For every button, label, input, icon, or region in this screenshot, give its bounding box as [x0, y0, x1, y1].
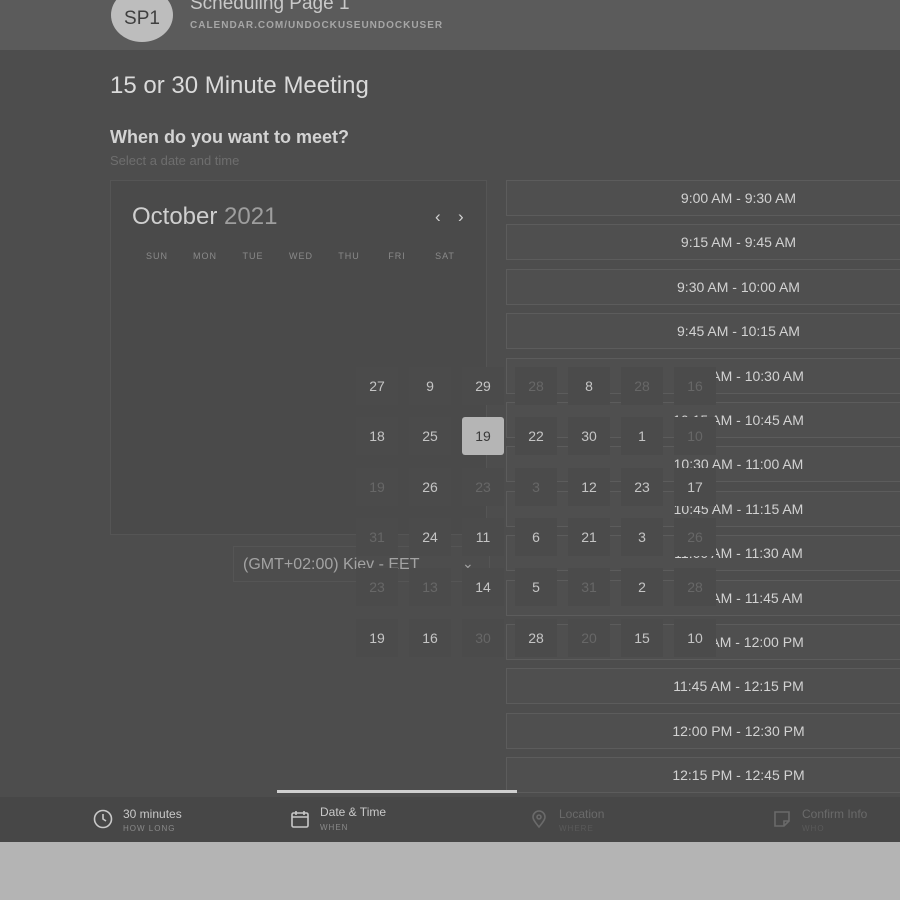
calendar-month-label: October 2021 — [132, 203, 277, 231]
step-label: Confirm Info — [802, 807, 868, 821]
step-sublabel: WHEN — [320, 823, 349, 832]
avatar: SP1 — [111, 0, 173, 42]
time-slot-button[interactable]: 9:00 AM - 9:30 AM — [506, 180, 900, 216]
calendar-day[interactable]: 13 — [409, 568, 451, 607]
calendar-day[interactable]: 22 — [515, 417, 557, 456]
calendar-day[interactable]: 25 — [409, 417, 451, 456]
scheduling-app: SP1 Scheduling Page 1 CALENDAR.COM/UNDOC… — [0, 0, 900, 842]
calendar-day[interactable]: 31 — [568, 568, 610, 607]
calendar-day[interactable]: 28 — [674, 568, 716, 607]
weekday-label: SUN — [145, 251, 168, 261]
calendar-day[interactable]: 18 — [356, 417, 398, 456]
weekday-label: FRI — [388, 251, 406, 261]
weekday-label: TUE — [242, 251, 264, 261]
calendar-day[interactable]: 21 — [568, 517, 610, 556]
calendar-day[interactable]: 28 — [515, 367, 557, 405]
calendar-day[interactable]: 27 — [356, 367, 398, 405]
time-slot-button[interactable]: 9:45 AM - 10:15 AM — [506, 313, 900, 350]
month-name: October — [132, 203, 218, 230]
scheduling-page-name: Scheduling Page 1 — [190, 0, 350, 14]
calendar-day[interactable]: 16 — [409, 618, 451, 657]
note-icon — [774, 811, 790, 827]
time-slot-button[interactable]: 12:00 PM - 12:30 PM — [506, 712, 900, 749]
calendar-day[interactable]: 1 — [621, 417, 663, 456]
page-header: SP1 Scheduling Page 1 CALENDAR.COM/UNDOC… — [0, 0, 900, 50]
calendar-day[interactable]: 23 — [621, 467, 663, 506]
section-subtitle: Select a date and time — [110, 153, 240, 168]
calendar-day[interactable]: 9 — [409, 367, 451, 405]
step-label: 30 minutes — [123, 807, 182, 821]
weekday-label: THU — [338, 251, 360, 261]
time-slot-button[interactable]: 11:45 AM - 12:15 PM — [506, 668, 900, 705]
calendar-day[interactable]: 20 — [568, 618, 610, 657]
calendar-day[interactable]: 28 — [621, 367, 663, 405]
calendar-day[interactable]: 16 — [674, 367, 716, 405]
time-slot-button[interactable]: 12:15 PM - 12:45 PM — [506, 757, 900, 794]
step-footer: 30 minutes HOW LONG Date & Time WHEN Loc… — [0, 797, 900, 842]
calendar-day[interactable]: 10 — [674, 417, 716, 456]
calendar-day[interactable]: 29 — [462, 367, 504, 405]
calendar-day[interactable]: 2 — [621, 568, 663, 607]
weekday-header: SUN MON TUE WED THU FRI SAT — [133, 251, 469, 261]
calendar-day[interactable]: 6 — [515, 517, 557, 556]
calendar-day[interactable]: 11 — [462, 517, 504, 556]
calendar-day[interactable]: 19 — [356, 467, 398, 506]
calendar-day-selected[interactable]: 19 — [462, 417, 504, 456]
calendar-day[interactable]: 15 — [621, 618, 663, 657]
calendar-day[interactable]: 26 — [409, 467, 451, 506]
calendar-day[interactable]: 31 — [356, 517, 398, 556]
step-sublabel: WHERE — [559, 824, 594, 833]
step-sublabel: HOW LONG — [123, 824, 176, 833]
location-pin-icon — [532, 810, 546, 829]
calendar-day-grid: 27 9 29 28 8 28 16 18 25 19 22 30 1 10 19 26 23 3 12 23 17 31… — [356, 367, 721, 667]
weekday-label: MON — [193, 251, 217, 261]
calendar-icon — [291, 811, 309, 828]
chevron-left-icon[interactable]: ‹ — [435, 207, 441, 227]
calendar-day[interactable]: 8 — [568, 367, 610, 405]
calendar-day[interactable]: 3 — [621, 517, 663, 556]
weekday-label: SAT — [435, 251, 455, 261]
calendar-day[interactable]: 14 — [462, 568, 504, 607]
calendar-day[interactable]: 19 — [356, 618, 398, 657]
month-year: 2021 — [224, 203, 278, 230]
calendar-day[interactable]: 28 — [515, 618, 557, 657]
calendar-day[interactable]: 12 — [568, 467, 610, 506]
section-heading: When do you want to meet? — [110, 127, 349, 147]
step-label: Location — [559, 807, 605, 821]
calendar-day[interactable]: 23 — [462, 467, 504, 506]
calendar-day[interactable]: 10 — [674, 618, 716, 657]
calendar-day[interactable]: 3 — [515, 467, 557, 506]
step-progress-indicator — [277, 790, 517, 793]
chevron-right-icon[interactable]: › — [458, 207, 464, 227]
calendar-day[interactable]: 5 — [515, 568, 557, 607]
step-label: Date & Time — [320, 805, 387, 819]
calendar-day[interactable]: 30 — [568, 417, 610, 456]
calendar-day[interactable]: 24 — [409, 517, 451, 556]
clock-icon — [93, 809, 113, 829]
time-slot-button[interactable]: 9:30 AM - 10:00 AM — [506, 268, 900, 305]
calendar-day[interactable]: 30 — [462, 618, 504, 657]
time-slot-button[interactable]: 9:15 AM - 9:45 AM — [506, 224, 900, 261]
calendar-day[interactable]: 23 — [356, 568, 398, 607]
step-sublabel: WHO — [802, 824, 825, 833]
calendar-day[interactable]: 17 — [674, 467, 716, 506]
meeting-title: 15 or 30 Minute Meeting — [110, 72, 369, 99]
calendar-day[interactable]: 26 — [674, 517, 716, 556]
weekday-label: WED — [289, 251, 313, 261]
scheduling-page-url[interactable]: CALENDAR.COM/UNDOCKUSEUNDOCKUSER — [190, 20, 443, 31]
